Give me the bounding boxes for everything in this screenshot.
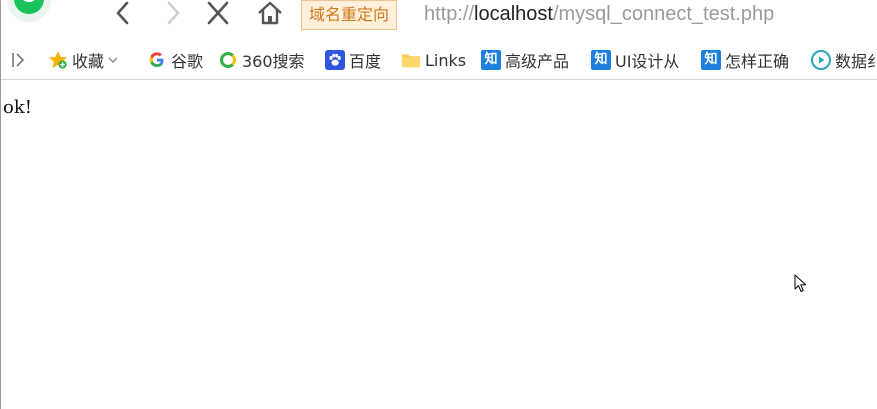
star-icon xyxy=(48,50,68,70)
bookmark-label: 收藏 xyxy=(72,52,105,71)
bookmark-label: 怎样正确 xyxy=(725,52,790,71)
close-icon xyxy=(207,1,229,25)
bookmark-label: 谷歌 xyxy=(171,52,204,71)
bookmark-label: Links xyxy=(425,50,467,70)
browser-logo-icon[interactable] xyxy=(7,0,51,22)
bookmark-label: 360搜索 xyxy=(242,52,305,71)
zhihu-icon: 知 xyxy=(701,50,721,70)
zhihu-icon: 知 xyxy=(481,50,501,70)
play-circle-icon xyxy=(811,50,831,70)
page-content: ok! xyxy=(1,80,877,409)
bookmark-label: 数据纟 xyxy=(835,52,877,71)
bookmark-data[interactable]: 数据纟 xyxy=(811,48,877,72)
bookmark-zhihu-zenyang[interactable]: 知 怎样正确 xyxy=(701,48,789,72)
bookmarks-bar: 收藏 谷歌 360搜索 百度 Links 知 高级产品 知 UI设计从 知 怎样… xyxy=(1,42,877,80)
domain-redirect-badge[interactable]: 域名重定向 xyxy=(301,0,398,30)
bookmark-folder-links[interactable]: Links xyxy=(401,48,466,72)
back-button[interactable] xyxy=(107,0,139,26)
home-icon xyxy=(258,1,282,25)
home-button[interactable] xyxy=(254,0,286,26)
sidebar-toggle-icon[interactable] xyxy=(11,52,25,68)
folder-icon xyxy=(401,50,421,70)
bookmark-label: UI设计从 xyxy=(615,52,680,71)
chevron-right-icon xyxy=(167,1,180,25)
chevron-down-icon xyxy=(108,57,118,63)
navigation-bar: 域名重定向 http://localhost/mysql_connect_tes… xyxy=(1,0,877,36)
url-host: localhost xyxy=(474,3,553,25)
bookmark-zhihu-ui[interactable]: 知 UI设计从 xyxy=(591,48,679,72)
browser-window: 域名重定向 http://localhost/mysql_connect_tes… xyxy=(0,0,877,409)
bookmark-label: 百度 xyxy=(349,52,382,71)
bookmark-360-search[interactable]: 360搜索 xyxy=(218,48,305,72)
url-scheme: http:// xyxy=(424,3,475,25)
stop-button[interactable] xyxy=(202,0,234,26)
forward-button[interactable] xyxy=(157,0,189,26)
address-url[interactable]: http://localhost/mysql_connect_test.php xyxy=(424,1,774,27)
zhihu-icon: 知 xyxy=(591,50,611,70)
bookmark-google[interactable]: 谷歌 xyxy=(147,48,203,72)
bookmark-favorites[interactable]: 收藏 xyxy=(48,48,118,72)
mouse-cursor-icon xyxy=(794,274,807,292)
url-path: /mysql_connect_test.php xyxy=(552,3,775,25)
bookmark-baidu[interactable]: 百度 xyxy=(325,48,381,72)
google-icon xyxy=(147,50,167,70)
bookmark-label: 高级产品 xyxy=(505,52,570,71)
baidu-paw-icon xyxy=(325,50,345,70)
page-output-text: ok! xyxy=(3,97,32,118)
chevron-left-icon xyxy=(116,1,129,25)
bookmark-zhihu-gaoji[interactable]: 知 高级产品 xyxy=(481,48,569,72)
360-search-icon xyxy=(218,50,238,70)
